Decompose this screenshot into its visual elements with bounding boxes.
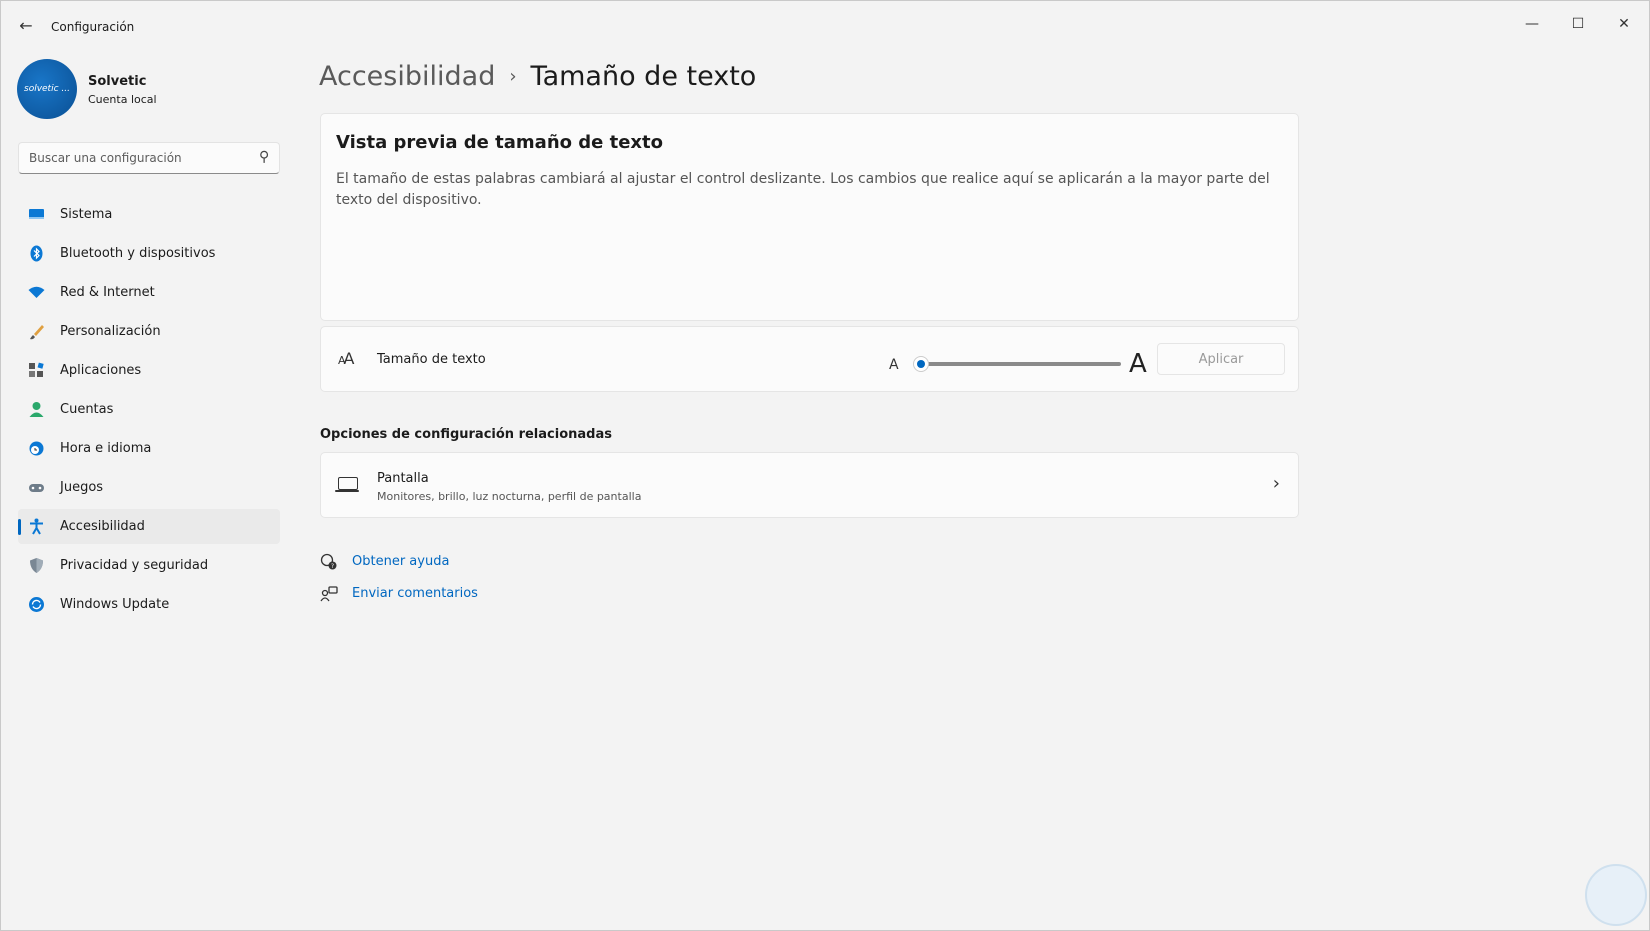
- laptop-icon: [335, 477, 359, 492]
- slider-max-marker: A: [1129, 349, 1147, 379]
- app-title: Configuración: [51, 20, 135, 34]
- search-input[interactable]: [19, 143, 239, 173]
- arrow-left-icon: ←: [19, 16, 33, 35]
- sidebar-item-label: Personalización: [60, 324, 161, 339]
- search-icon[interactable]: ⚲: [259, 149, 269, 165]
- maximize-icon: ☐: [1571, 16, 1585, 32]
- display-settings-link[interactable]: Pantalla Monitores, brillo, luz nocturna…: [320, 452, 1299, 518]
- apply-button[interactable]: Aplicar: [1157, 343, 1285, 375]
- sidebar-item-sistema[interactable]: Sistema: [18, 197, 280, 232]
- sidebar-item-label: Juegos: [60, 480, 104, 495]
- brush-icon: [30, 325, 44, 340]
- sidebar-item-aplicaciones[interactable]: Aplicaciones: [18, 353, 280, 388]
- settings-window: ← Configuración — ☐ ✕ solvetic ... Solve…: [0, 0, 1650, 931]
- sidebar-item-label: Windows Update: [60, 597, 170, 612]
- person-icon: [29, 402, 44, 417]
- sidebar-item-bluetooth[interactable]: Bluetooth y dispositivos: [18, 236, 280, 271]
- user-name: Solvetic: [88, 74, 147, 89]
- text-size-slider[interactable]: [921, 362, 1121, 366]
- close-icon: ✕: [1618, 16, 1630, 32]
- sidebar-item-label: Cuentas: [60, 402, 114, 417]
- display-subtitle: Monitores, brillo, luz nocturna, perfil …: [377, 490, 642, 503]
- apps-icon: [29, 362, 44, 377]
- sidebar-item-label: Aplicaciones: [60, 363, 142, 378]
- system-icon: [29, 209, 44, 219]
- slider-thumb[interactable]: [913, 356, 929, 372]
- shield-icon: [30, 558, 43, 573]
- sidebar-item-label: Accesibilidad: [60, 519, 145, 534]
- breadcrumb: Accesibilidad › Tamaño de texto: [319, 61, 756, 92]
- gamepad-icon: [29, 484, 44, 492]
- send-feedback-link[interactable]: Enviar comentarios: [352, 586, 478, 601]
- sidebar-item-windows-update[interactable]: Windows Update: [18, 587, 280, 622]
- avatar-text: solvetic ...: [24, 84, 70, 94]
- preview-text: El tamaño de estas palabras cambiará al …: [336, 171, 1270, 208]
- watermark-logo: [1585, 864, 1647, 926]
- wifi-icon: [28, 286, 45, 298]
- page-title: Tamaño de texto: [530, 61, 757, 92]
- sidebar-item-accesibilidad[interactable]: Accesibilidad: [18, 509, 280, 544]
- sidebar-item-label: Hora e idioma: [60, 441, 152, 456]
- maximize-button[interactable]: ☐: [1555, 9, 1601, 39]
- search-box[interactable]: ⚲: [18, 142, 280, 174]
- related-settings-heading: Opciones de configuración relacionadas: [320, 427, 612, 442]
- text-size-preview-card: Vista previa de tamaño de texto El tamañ…: [320, 113, 1299, 321]
- account-type: Cuenta local: [88, 93, 157, 106]
- sidebar-item-label: Privacidad y seguridad: [60, 558, 209, 573]
- slider-min-marker: A: [889, 357, 899, 373]
- bluetooth-icon: [30, 245, 43, 262]
- accessibility-icon: [30, 518, 43, 535]
- minimize-button[interactable]: —: [1509, 9, 1555, 39]
- sidebar-item-label: Bluetooth y dispositivos: [60, 246, 216, 261]
- title-bar: ← Configuración — ☐ ✕: [1, 1, 1649, 53]
- sidebar-item-juegos[interactable]: Juegos: [18, 470, 280, 505]
- sidebar-item-cuentas[interactable]: Cuentas: [18, 392, 280, 427]
- sidebar-item-label: Red & Internet: [60, 285, 155, 300]
- sidebar-item-red-internet[interactable]: Red & Internet: [18, 275, 280, 310]
- sidebar-item-privacidad[interactable]: Privacidad y seguridad: [18, 548, 280, 583]
- display-title: Pantalla: [377, 471, 429, 486]
- sidebar-item-label: Sistema: [60, 207, 113, 222]
- sidebar-item-hora-idioma[interactable]: Hora e idioma: [18, 431, 280, 466]
- close-button[interactable]: ✕: [1601, 9, 1647, 39]
- help-icon: ?: [320, 553, 337, 570]
- sidebar-item-personalizacion[interactable]: Personalización: [18, 314, 280, 349]
- get-help-link[interactable]: Obtener ayuda: [352, 554, 449, 569]
- refresh-icon: [29, 597, 44, 612]
- text-size-label: Tamaño de texto: [377, 352, 486, 367]
- minimize-icon: —: [1525, 16, 1539, 32]
- globe-clock-icon: [29, 441, 44, 456]
- text-size-icon: AA: [338, 349, 355, 368]
- text-size-setting-card: AA Tamaño de texto A A Aplicar: [320, 326, 1299, 392]
- svg-text:?: ?: [331, 563, 334, 570]
- avatar[interactable]: solvetic ...: [17, 59, 77, 119]
- feedback-icon: [320, 586, 338, 602]
- sidebar-nav: Sistema Bluetooth y dispositivos Red & I…: [18, 197, 280, 626]
- preview-title: Vista previa de tamaño de texto: [336, 132, 664, 153]
- back-button[interactable]: ←: [15, 15, 37, 37]
- chevron-right-icon: ›: [1272, 473, 1280, 494]
- chevron-right-icon: ›: [509, 66, 517, 87]
- breadcrumb-parent[interactable]: Accesibilidad: [319, 61, 495, 92]
